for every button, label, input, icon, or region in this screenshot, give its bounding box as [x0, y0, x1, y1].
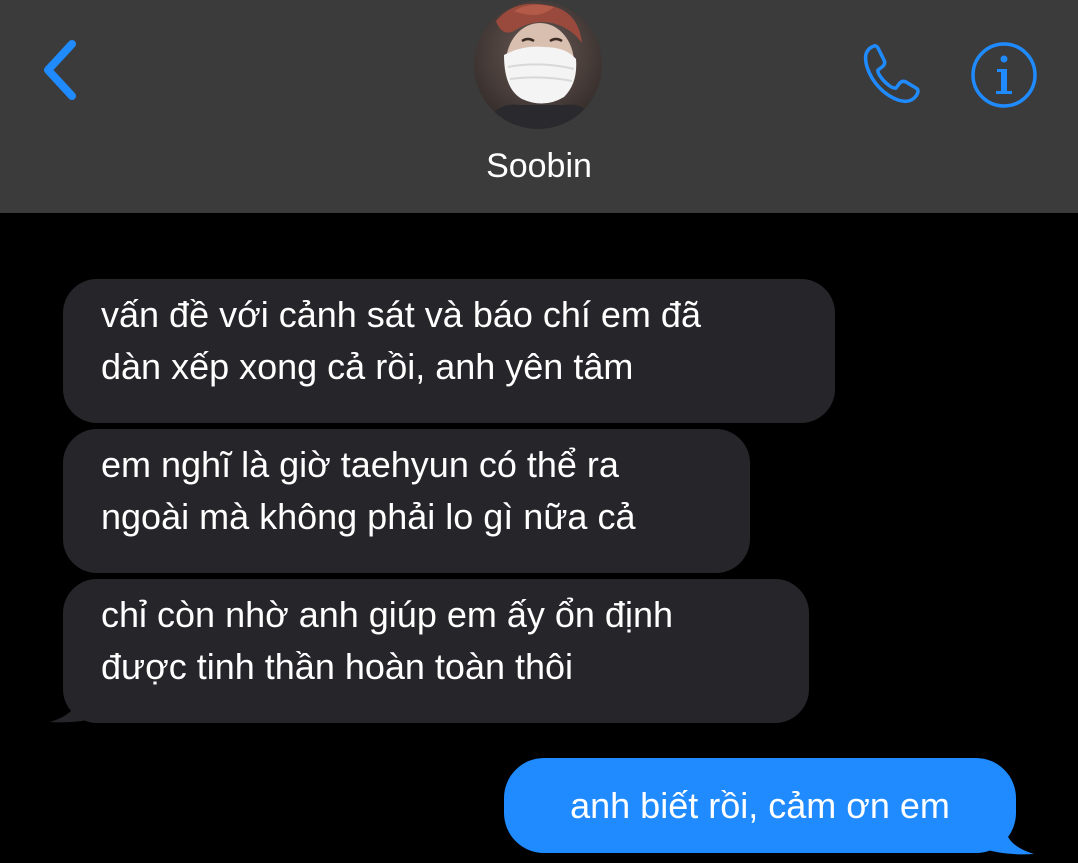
chat-screen: Soobin vấn đề với cảnh sát và báo chí em… — [0, 0, 1078, 863]
message-line: em nghĩ là giờ taehyun có thể ra — [101, 444, 619, 485]
message-line: được tinh thần hoàn toàn thôi — [101, 646, 574, 687]
chevron-left-icon — [44, 40, 76, 100]
info-button[interactable] — [966, 37, 1042, 113]
incoming-message-bubble[interactable]: chỉ còn nhờ anh giúp em ấy ổn định được … — [63, 579, 809, 723]
conversation-header: Soobin — [0, 0, 1078, 213]
incoming-message-bubble[interactable]: vấn đề với cảnh sát và báo chí em đã dàn… — [63, 279, 835, 423]
message-line: chỉ còn nhờ anh giúp em ấy ổn định — [101, 594, 673, 635]
outgoing-bubble-tail — [980, 812, 1034, 855]
outgoing-message-bubble[interactable]: anh biết rồi, cảm ơn em — [504, 758, 1016, 853]
incoming-message-bubble[interactable]: em nghĩ là giờ taehyun có thể ra ngoài m… — [63, 429, 750, 573]
back-button[interactable] — [30, 30, 90, 110]
phone-icon — [863, 44, 920, 104]
contact-name[interactable]: Soobin — [0, 144, 1078, 188]
message-line: ngoài mà không phải lo gì nữa cả — [101, 496, 636, 537]
contact-avatar[interactable] — [474, 1, 602, 129]
message-line: vấn đề với cảnh sát và báo chí em đã — [101, 294, 701, 335]
message-line: dàn xếp xong cả rồi, anh yên tâm — [101, 346, 634, 387]
info-icon — [971, 42, 1037, 108]
call-button[interactable] — [852, 36, 932, 112]
incoming-bubble-tail — [50, 680, 104, 723]
